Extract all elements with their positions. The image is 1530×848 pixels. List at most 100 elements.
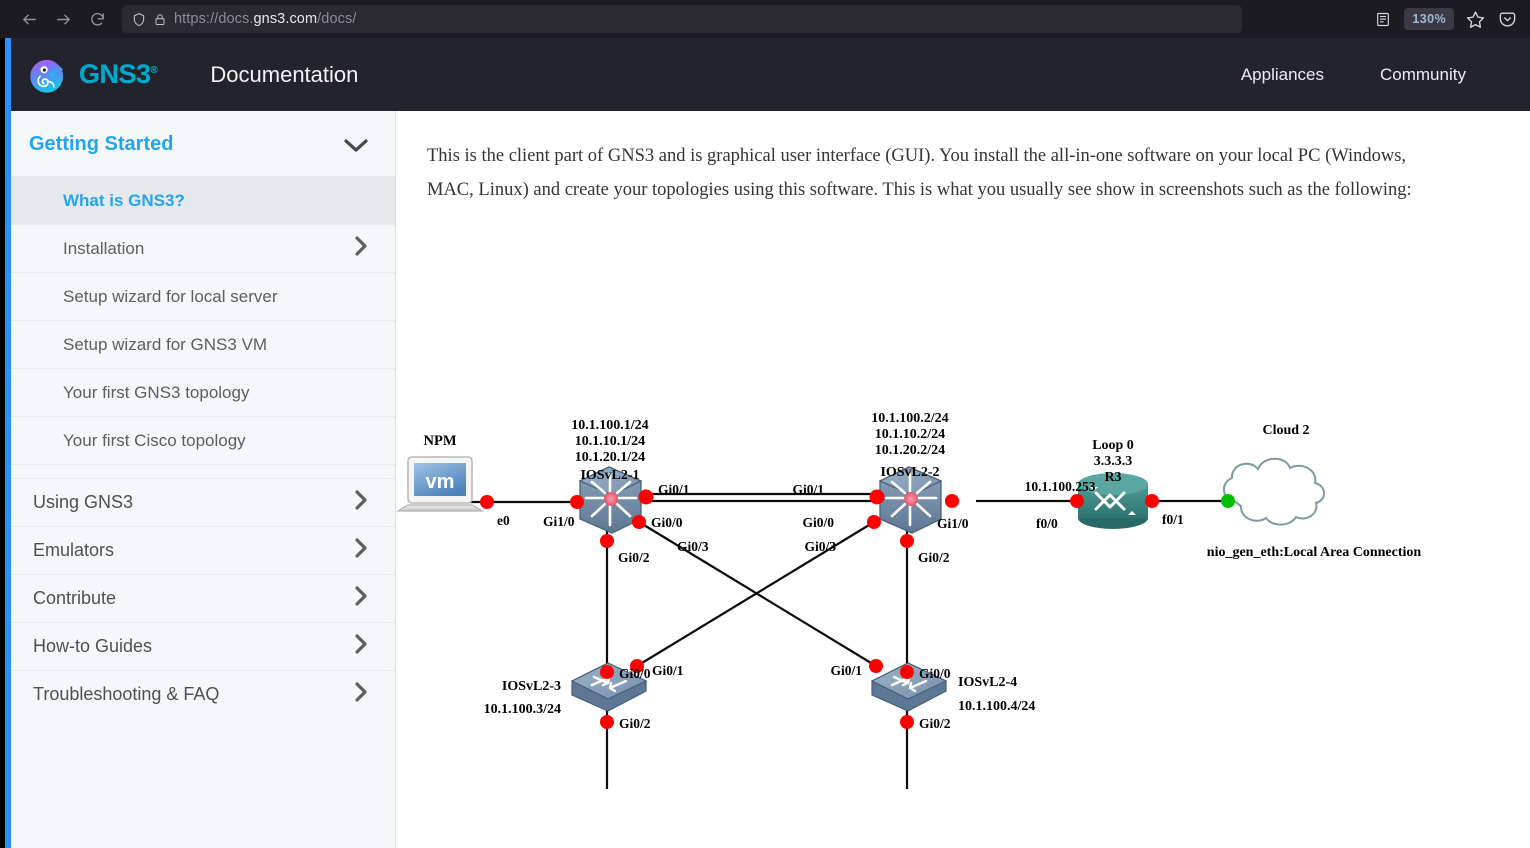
port-dot-sw1-gi1-0[interactable] <box>570 495 584 509</box>
port-dot-r3-f0-0[interactable] <box>1070 494 1084 508</box>
port-dot-sw2-gi0-0[interactable] <box>867 515 881 529</box>
port-dot-sw1-gi0-0[interactable] <box>632 515 646 529</box>
sidebar-item-label: Contribute <box>33 588 117 608</box>
sidebar-item-troubleshooting-faq[interactable]: Troubleshooting & FAQ <box>11 670 395 718</box>
label-sw2-name: IOSvL2-2 <box>880 465 939 480</box>
brand-label: GNS3 <box>79 59 151 89</box>
label-sw1-gi0-3: Gi0/3 <box>677 539 709 554</box>
chevron-right-icon <box>353 235 369 262</box>
sidebar-item-setup-wizard-local-server[interactable]: Setup wizard for local server <box>11 272 395 320</box>
port-dot-sw4-gi0-2[interactable] <box>900 715 914 729</box>
label-npm-e0: e0 <box>497 513 510 528</box>
port-dot-sw4-gi0-1[interactable] <box>869 659 883 673</box>
port-dot-sw2-gi0-2[interactable] <box>900 534 914 548</box>
label-sw3-gi0-0: Gi0/0 <box>619 666 651 681</box>
label-sw1-gi0-0: Gi0/0 <box>651 515 683 530</box>
label-sw2-addr-3: 10.1.20.2/24 <box>875 443 945 458</box>
bookmark-button[interactable] <box>1460 4 1490 34</box>
sidebar-item-emulators[interactable]: Emulators <box>11 526 395 574</box>
port-dot-sw4-gi0-0[interactable] <box>900 665 914 679</box>
node-iosvl2-4[interactable]: IOSvL2-4 10.1.100.4/24 <box>870 662 1035 714</box>
address-bar[interactable]: https://docs.gns3.com/docs/ <box>122 5 1242 33</box>
lock-icon[interactable] <box>154 12 166 27</box>
sidebar-section-label: Getting Started <box>29 133 174 155</box>
sidebar-item-label: Troubleshooting & FAQ <box>33 684 220 704</box>
sidebar-item-label: What is GNS3? <box>63 190 185 210</box>
sidebar-item-installation[interactable]: Installation <box>11 224 395 272</box>
sidebar-item-using-gns3[interactable]: Using GNS3 <box>11 478 395 526</box>
label-cloud2-caption: nio_gen_eth:Local Area Connection <box>1207 545 1422 560</box>
sidebar-item-label: Setup wizard for local server <box>63 286 278 306</box>
port-dot-cloud2[interactable] <box>1221 494 1235 508</box>
site-nav: Appliances Community <box>1241 65 1530 85</box>
browser-nav-buttons <box>0 4 112 34</box>
node-cloud2[interactable]: Cloud 2 nio_gen_eth:Local Area Connectio… <box>1207 423 1422 560</box>
sidebar-item-your-first-gns3-topology[interactable]: Your first GNS3 topology <box>11 368 395 416</box>
node-npm[interactable]: vm NPM <box>396 433 485 512</box>
sidebar-item-label: Setup wizard for GNS3 VM <box>63 334 268 354</box>
chevron-down-icon[interactable] <box>343 137 369 153</box>
chevron-right-icon <box>353 585 369 612</box>
label-r3-f0-1: f0/1 <box>1162 512 1184 527</box>
pocket-button[interactable] <box>1492 4 1522 34</box>
url-scheme: https://docs. <box>174 11 254 27</box>
nav-link-community-clip: Community <box>1380 65 1530 85</box>
label-sw4-address: 10.1.100.4/24 <box>958 699 1035 714</box>
brand-link[interactable]: GNS3® <box>11 54 158 96</box>
port-dot-sw3-gi0-0[interactable] <box>600 665 614 679</box>
label-sw1-gi0-1: Gi0/1 <box>658 482 690 497</box>
back-arrow-icon <box>22 14 36 24</box>
port-dot-sw1-gi0-1[interactable] <box>638 489 654 505</box>
sidebar-item-contribute[interactable]: Contribute <box>11 574 395 622</box>
label-sw2-gi0-3: Gi0/3 <box>804 539 836 554</box>
url-host: gns3.com <box>253 11 318 27</box>
port-dot-r3-f0-1[interactable] <box>1145 494 1159 508</box>
port-dot-sw2-gi0-1[interactable] <box>869 489 885 505</box>
sidebar-section-getting-started[interactable]: Getting Started <box>11 111 395 176</box>
back-button[interactable] <box>14 4 44 34</box>
nav-link-appliances[interactable]: Appliances <box>1241 65 1324 85</box>
shield-icon[interactable] <box>132 12 146 27</box>
label-sw2-gi0-2: Gi0/2 <box>918 550 950 565</box>
port-status-dots <box>480 489 1235 729</box>
sidebar-item-what-is-gns3[interactable]: What is GNS3? <box>11 176 395 224</box>
url-text: https://docs.gns3.com/docs/ <box>174 11 356 27</box>
label-sw4-gi0-0: Gi0/0 <box>919 666 951 681</box>
browser-toolbar: https://docs.gns3.com/docs/ 130% <box>0 0 1530 38</box>
label-sw4-gi0-1: Gi0/1 <box>830 663 862 678</box>
label-r3-f0-0: f0/0 <box>1036 516 1058 531</box>
label-sw3-gi0-2: Gi0/2 <box>619 716 651 731</box>
label-r3-loopback-ip: 3.3.3.3 <box>1094 454 1133 469</box>
label-link-sw2-r3-ip: 10.1.100.253 <box>1025 479 1096 494</box>
label-npm-name: NPM <box>423 433 456 449</box>
label-sw1-addr-1: 10.1.100.1/24 <box>571 418 648 433</box>
reader-view-button[interactable] <box>1368 4 1398 34</box>
sidebar-item-your-first-cisco-topology[interactable]: Your first Cisco topology <box>11 416 395 464</box>
label-sw1-addr-3: 10.1.20.1/24 <box>575 450 645 465</box>
sidebar-item-label: Your first GNS3 topology <box>63 382 250 402</box>
chevron-right-icon <box>353 681 369 708</box>
port-dot-sw2-gi1-0[interactable] <box>945 494 959 508</box>
chevron-right-icon <box>353 537 369 564</box>
label-cloud2-name: Cloud 2 <box>1262 423 1309 438</box>
forward-arrow-icon <box>56 14 70 24</box>
intro-paragraph: This is the client part of GNS3 and is g… <box>427 146 1412 200</box>
sidebar-item-how-to-guides[interactable]: How-to Guides <box>11 622 395 670</box>
sidebar-divider <box>11 464 395 478</box>
sidebar-item-label: Installation <box>63 238 145 258</box>
port-dot-npm-e0[interactable] <box>480 495 494 509</box>
topology-links <box>454 492 1226 789</box>
forward-button[interactable] <box>48 4 78 34</box>
sidebar-item-label: Your first Cisco topology <box>63 430 246 450</box>
node-iosvl2-2[interactable]: 10.1.100.2/24 10.1.10.2/24 10.1.20.2/24 … <box>871 411 949 534</box>
port-dot-sw3-gi0-2[interactable] <box>600 715 614 729</box>
label-sw1-addr-2: 10.1.10.1/24 <box>575 434 645 449</box>
nav-link-community[interactable]: Community <box>1380 65 1466 84</box>
port-dot-sw1-gi0-2[interactable] <box>600 534 614 548</box>
sidebar-item-setup-wizard-gns3-vm[interactable]: Setup wizard for GNS3 VM <box>11 320 395 368</box>
label-sw2-gi0-0: Gi0/0 <box>802 515 834 530</box>
sidebar-item-label: Emulators <box>33 540 115 560</box>
zoom-level-badge[interactable]: 130% <box>1404 8 1454 30</box>
reload-button[interactable] <box>82 4 112 34</box>
page-root: https://docs.gns3.com/docs/ 130% GNS3® D… <box>0 0 1530 848</box>
